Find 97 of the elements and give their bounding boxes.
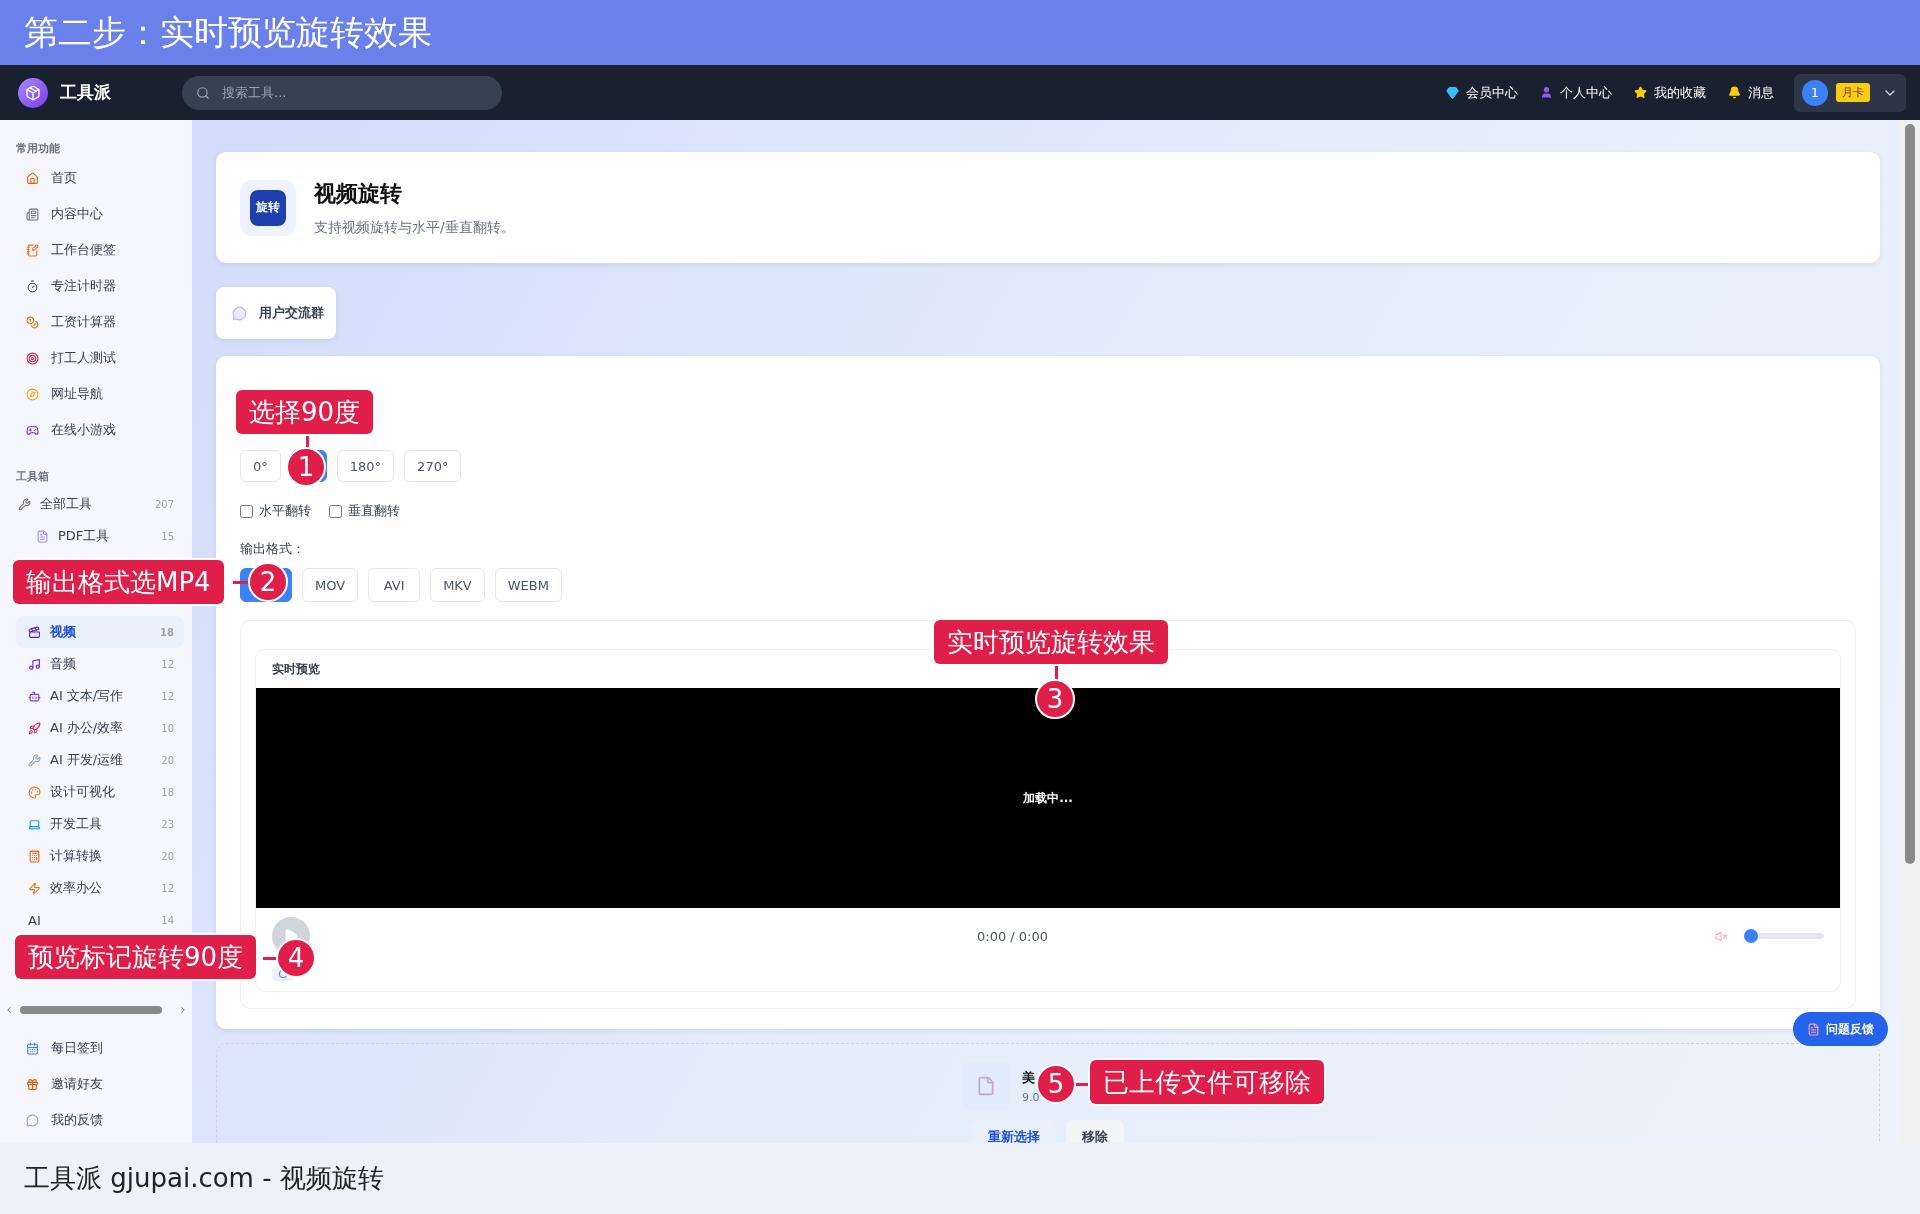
loading-text: 加载中...: [1023, 789, 1073, 807]
sidebar-item[interactable]: 在线小游戏: [0, 412, 192, 448]
flip-checkbox[interactable]: [329, 504, 342, 518]
tool-icon: 旋转: [250, 189, 286, 226]
callout-tooltip: 输出格式选MP4: [13, 560, 224, 604]
banner-title: 第二步：实时预览旋转效果: [24, 10, 432, 54]
laptop-icon: [28, 817, 41, 831]
sidebar-item[interactable]: 网址导航: [0, 376, 192, 412]
file-action-button[interactable]: 移除: [1066, 1120, 1124, 1143]
sidebar-item[interactable]: 首页: [0, 160, 192, 196]
star-icon: [1634, 86, 1647, 99]
flip-checkbox[interactable]: [240, 504, 253, 518]
format-option[interactable]: MOV: [302, 568, 359, 602]
sidebar-item[interactable]: 计算转换 20: [16, 840, 184, 872]
sidebar-item[interactable]: 邀请好友: [0, 1066, 192, 1102]
sidebar-item[interactable]: AI 开发/运维 20: [16, 744, 184, 776]
sidebar-item[interactable]: 效率办公 12: [16, 872, 184, 904]
chat-bubble-icon: [232, 305, 247, 321]
document-icon: [36, 529, 49, 543]
file-name: 美: [1022, 1068, 1035, 1087]
nav-link[interactable]: 消息: [1728, 83, 1774, 102]
gem-icon: [1446, 86, 1459, 99]
target-icon: [26, 351, 39, 365]
user-avatar: 1: [1802, 79, 1828, 106]
sidebar-item[interactable]: 工作台便签: [0, 232, 192, 268]
chat-bubble-icon: [26, 1113, 39, 1127]
gamepad-icon: [26, 423, 39, 437]
document-icon: [1807, 1022, 1820, 1036]
notepad-icon: [26, 243, 39, 257]
community-button[interactable]: 用户交流群: [216, 287, 336, 339]
format-option[interactable]: MKV: [430, 568, 485, 602]
nav-link[interactable]: 会员中心: [1446, 83, 1518, 102]
search-field[interactable]: 搜索工具...: [182, 75, 502, 110]
sidebar-item[interactable]: 视频 18: [16, 616, 184, 648]
sidebar-item[interactable]: AI 办公/效率 10: [16, 712, 184, 744]
newspaper-icon: [26, 207, 39, 221]
vertical-scrollbar[interactable]: [1900, 120, 1920, 1143]
rocket-icon: [28, 721, 41, 735]
lightning-icon: [28, 881, 41, 895]
membership-badge: 月卡: [1836, 83, 1870, 102]
search-icon: [196, 85, 210, 100]
file-action-button[interactable]: 重新选择: [972, 1120, 1056, 1143]
sidebar-item[interactable]: PDF工具 15: [26, 520, 184, 552]
compass-icon: [26, 387, 39, 401]
music-icon: [28, 657, 41, 671]
sidebar-item[interactable]: 全部工具 207: [8, 488, 184, 520]
user-menu[interactable]: 1 月卡: [1794, 73, 1906, 112]
mute-icon[interactable]: [1715, 929, 1728, 943]
angle-option[interactable]: 180°: [336, 450, 395, 482]
tool-title: 视频旋转: [314, 179, 403, 208]
palette-icon: [28, 785, 41, 799]
section-title: 工具箱: [15, 469, 50, 485]
sidebar-item[interactable]: 打工人测试: [0, 340, 192, 376]
nav-link[interactable]: 我的收藏: [1634, 83, 1706, 102]
clapperboard-icon: [28, 625, 41, 639]
section-title: 常用功能: [15, 141, 61, 157]
sidebar-item[interactable]: 每日签到: [0, 1030, 192, 1066]
logo-text: 工具派: [60, 81, 112, 104]
sidebar-item[interactable]: 专注计时器: [0, 268, 192, 304]
preview-title: 实时预览: [272, 660, 320, 678]
callout-tooltip: 预览标记旋转90度: [15, 935, 257, 979]
sidebar-item[interactable]: AI 14: [16, 904, 184, 936]
format-option[interactable]: WEBM: [494, 568, 562, 602]
angle-option[interactable]: 270°: [404, 450, 462, 482]
callout-tooltip: 选择90度: [236, 390, 374, 434]
callout-tooltip: 已上传文件可移除: [1090, 1060, 1324, 1104]
sidebar-item[interactable]: 设计可视化 18: [16, 776, 184, 808]
bell-icon: [1728, 86, 1741, 99]
file-icon: [962, 1062, 1010, 1110]
wrench-icon: [28, 753, 41, 767]
nav-link[interactable]: 个人中心: [1540, 83, 1612, 102]
angle-option[interactable]: 0°: [240, 450, 281, 482]
logo-icon: [18, 77, 48, 108]
sidebar-item[interactable]: 我的反馈: [0, 1102, 192, 1138]
checkbox-label: 垂直翻转: [348, 502, 400, 520]
home-icon: [26, 171, 39, 185]
wrench-icon: [18, 497, 31, 511]
checkbox-label: 水平翻转: [259, 502, 311, 520]
gift-icon: [26, 1077, 39, 1091]
calculator-icon: [28, 849, 41, 863]
callout-tooltip: 实时预览旋转效果: [934, 620, 1168, 664]
tool-description: 支持视频旋转与水平/垂直翻转。: [314, 218, 515, 237]
format-option[interactable]: AVI: [368, 568, 421, 602]
sidebar-item[interactable]: 内容中心: [0, 196, 192, 232]
sidebar-item[interactable]: 工资计算器: [0, 304, 192, 340]
sidebar-item[interactable]: 音频 12: [16, 648, 184, 680]
coins-icon: [26, 315, 39, 329]
sidebar-item[interactable]: AI 文本/写作 12: [16, 680, 184, 712]
file-size: 9.0: [1022, 1090, 1040, 1104]
field-label: 输出格式：: [240, 540, 306, 558]
sidebar-item[interactable]: 开发工具 23: [16, 808, 184, 840]
calendar-icon: [26, 1041, 39, 1055]
feedback-button[interactable]: 问题反馈: [1793, 1012, 1888, 1046]
timer-icon: [26, 279, 39, 293]
time-display: 0:00 / 0:00: [976, 928, 1049, 944]
user-icon: [1540, 86, 1553, 99]
robot-icon: [28, 689, 41, 703]
